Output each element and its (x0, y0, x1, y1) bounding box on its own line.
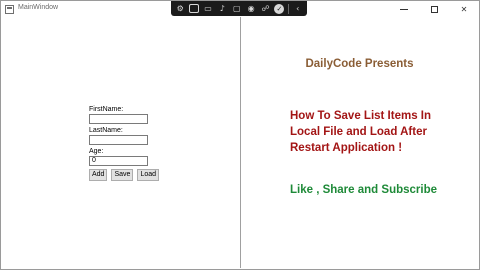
last-name-label: LastName: (89, 127, 123, 134)
close-button[interactable]: ✕ (449, 1, 479, 18)
share-icon[interactable]: ☍ (260, 3, 271, 14)
maximize-icon (430, 6, 438, 13)
age-field[interactable]: 0 (89, 156, 148, 166)
toolbar-separator (287, 3, 289, 14)
tutorial-topic: How To Save List Items In Local File and… (290, 108, 475, 156)
tutorial-overlay: DailyCode Presents How To Save List Item… (241, 17, 478, 268)
chevron-left-icon[interactable]: ‹ (292, 3, 303, 14)
first-name-field[interactable] (89, 114, 148, 124)
minimize-icon (400, 9, 408, 10)
settings-icon[interactable]: ⚙ (175, 3, 186, 14)
age-label: Age: (89, 148, 104, 155)
screen-icon[interactable]: ▢ (231, 3, 242, 14)
topic-line: How To Save List Items In (290, 110, 432, 122)
window-controls: ✕ (389, 1, 479, 18)
last-name-field[interactable] (89, 135, 148, 145)
window-title: MainWindow (18, 4, 59, 11)
first-name-label: FirstName: (89, 106, 124, 113)
app-icon (5, 5, 14, 14)
minimize-button[interactable] (389, 1, 419, 18)
rectangle-icon[interactable] (189, 4, 200, 13)
topic-line: Local File and Load After (290, 126, 427, 138)
button-row: Add Save Load (89, 169, 160, 181)
presenter-heading: DailyCode Presents (305, 58, 414, 70)
add-button[interactable]: Add (89, 169, 108, 181)
check-icon[interactable]: ✓ (274, 3, 285, 14)
video-icon[interactable]: ▭ (202, 3, 213, 14)
maximize-button[interactable] (419, 1, 449, 18)
person-form: FirstName: LastName: Age: 0 Add Save Loa… (89, 105, 160, 181)
capture-toolbar: ⚙ ▭ ♪ ▢ ◉ ☍ ✓ ‹ (171, 1, 307, 16)
close-icon: ✕ (460, 5, 468, 14)
call-to-action: Like , Share and Subscribe (290, 184, 437, 196)
title-bar[interactable]: MainWindow ⚙ ▭ ♪ ▢ ◉ ☍ ✓ ‹ ✕ (1, 1, 479, 18)
camera-icon[interactable]: ◉ (246, 3, 257, 14)
microphone-icon[interactable]: ♪ (217, 3, 228, 14)
load-button[interactable]: Load (137, 169, 160, 181)
save-button[interactable]: Save (111, 169, 134, 181)
topic-line: Restart Application ! (290, 142, 403, 154)
